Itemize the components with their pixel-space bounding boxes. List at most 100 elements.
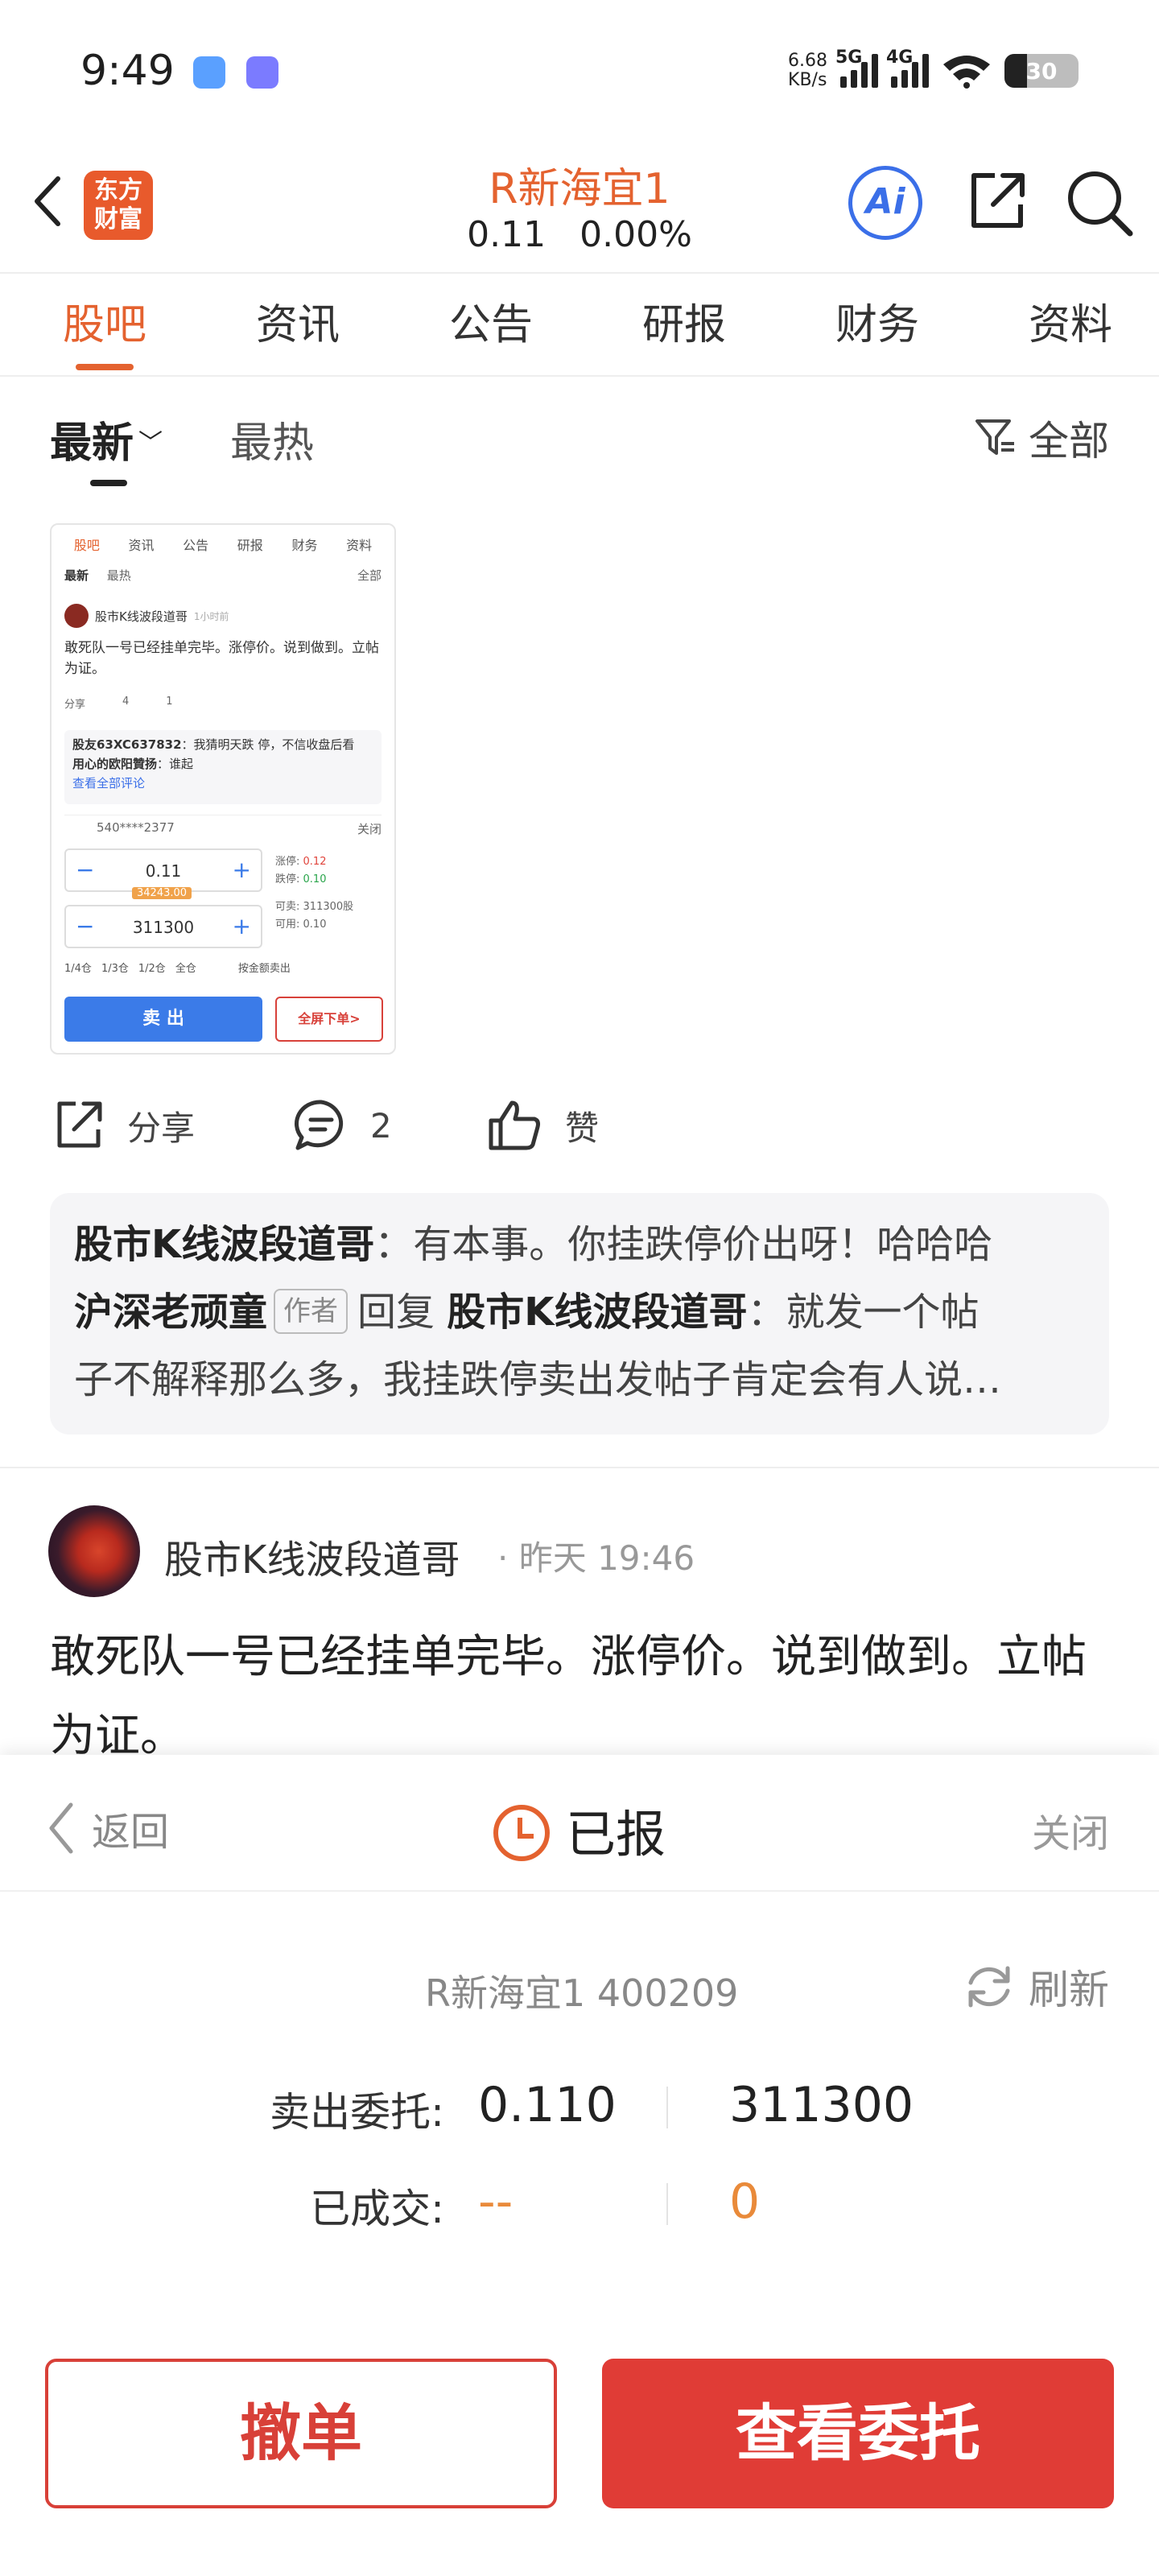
thumb-limit-down-label: 跌停:: [275, 873, 300, 886]
tab-finance[interactable]: 财务: [773, 274, 966, 375]
post-time: · 昨天 19:46: [497, 1531, 695, 1580]
like-action[interactable]: 赞: [486, 1093, 599, 1158]
signal-4g-label: 4G: [886, 47, 914, 68]
filter-label: 全部: [1029, 418, 1109, 464]
thumb-comment-box: 股友63XC637832：我猜明天跌 停，不信收盘后看 用心的欧阳贊扬：谁起 查…: [64, 730, 382, 804]
tab-guba[interactable]: 股吧: [0, 274, 193, 375]
thumb-sellable: 311300股: [303, 901, 354, 913]
comment-user[interactable]: 股市K线波段道哥: [74, 1222, 374, 1267]
section-tabs: 股吧 资讯 公告 研报 财务 资料: [0, 274, 1159, 377]
thumb-limit-up-label: 涨停:: [275, 856, 300, 868]
order-status: 已报: [0, 1794, 1159, 1866]
tab-announcements[interactable]: 公告: [386, 274, 580, 375]
wifi-icon: [942, 53, 992, 89]
cancel-order-button[interactable]: 撤单: [45, 2359, 557, 2508]
comment-action[interactable]: 2: [293, 1093, 392, 1158]
comment-item: 沪深老顽童 作者 回复 股市K线波段道哥：就发一个帖: [74, 1278, 1085, 1346]
thumb-comment-text: ：我猜明天跌 停，不信收盘后看: [181, 737, 355, 752]
battery-icon: 30: [1004, 54, 1079, 88]
chevron-down-icon: ﹀: [138, 429, 163, 457]
thumb-account: 540****2377: [97, 820, 175, 835]
thumb-position-row: 1/4仓 1/3仓 1/2仓 全仓 按金额卖出: [64, 960, 382, 975]
share-action[interactable]: 分享: [50, 1093, 195, 1158]
row-separator: [666, 2183, 668, 2225]
comments-preview[interactable]: 股市K线波段道哥：有本事。你挂跌停价出呀！哈哈哈 沪深老顽童 作者 回复 股市K线波…: [50, 1193, 1109, 1435]
thumb-by-amount: 按金额卖出: [237, 963, 291, 975]
post-author[interactable]: 股市K线波段道哥: [164, 1528, 460, 1584]
thumb-account-row: 540****2377 关闭: [64, 815, 382, 837]
thumb-tabs: 股吧 资讯 公告 研报 财务 资料: [52, 525, 394, 557]
thumb-time: 1小时前: [193, 610, 229, 622]
tab-profile[interactable]: 资料: [966, 274, 1159, 375]
share-label: 分享: [127, 1108, 196, 1148]
thumb-actions: 分享 4 1: [64, 696, 382, 711]
status-bar: 9:49 6.68 KB/s 5G 4G 30: [0, 0, 1159, 137]
thumb-position: 1/4仓: [64, 963, 92, 975]
thumb-tab: 财务: [291, 538, 318, 553]
sort-active-indicator: [90, 480, 127, 486]
thumb-body: 敢死队一号已经挂单完毕。涨停价。说到做到。立帖为证。: [64, 640, 379, 677]
thumb-qty-box: −311300 +: [64, 905, 262, 948]
thumb-position: 全仓: [175, 963, 196, 975]
sheet-close-button[interactable]: 关闭: [1032, 1802, 1109, 1858]
post-time-value: 昨天 19:46: [518, 1538, 695, 1578]
sort-hot[interactable]: 最热: [230, 409, 314, 469]
thumb-sort-hot: 最热: [106, 568, 131, 583]
thumb-tab: 资料: [346, 538, 373, 553]
network-speed-unit: KB/s: [788, 70, 827, 90]
tab-news[interactable]: 资讯: [193, 274, 386, 375]
stock-price: 0.11: [467, 214, 547, 255]
order-stock-code: R新海宜1 400209: [425, 1971, 739, 2015]
sort-latest-dropdown[interactable]: 最新 ﹀: [50, 409, 163, 469]
thumb-limit-up: 0.12: [303, 856, 327, 868]
thumb-close: 关闭: [357, 822, 382, 836]
entrust-label: 卖出委托:: [270, 2089, 444, 2136]
thumb-position: 1/3仓: [101, 963, 129, 975]
tab-research[interactable]: 研报: [580, 274, 773, 375]
ai-assistant-button[interactable]: Ai: [848, 166, 922, 240]
reply-word: 回复: [357, 1290, 435, 1335]
thumb-tab: 资讯: [128, 538, 155, 553]
thumb-sellable-label: 可卖:: [275, 901, 300, 913]
thumb-comment-user: 用心的欧阳贊扬: [72, 757, 158, 771]
sort-latest-label: 最新: [50, 419, 134, 468]
thumb-available-label: 可用:: [275, 919, 300, 931]
share-icon: [57, 1101, 102, 1148]
deal-price: --: [478, 2174, 514, 2230]
comment-user[interactable]: 沪深老顽童: [74, 1290, 267, 1335]
comment-text: ：就发一个帖: [747, 1290, 980, 1335]
thumb-tab: 股吧: [73, 538, 100, 553]
comment-count: 2: [370, 1105, 392, 1146]
status-time: 9:49: [80, 47, 175, 95]
stock-header: 东方 财富 R新海宜1 0.11 0.00% Ai: [0, 137, 1159, 274]
thumb-sort-row: 最新 最热 全部: [64, 567, 382, 584]
thumb-filter: 全部: [357, 568, 382, 583]
filter-button[interactable]: 全部: [974, 409, 1109, 467]
thumb-author: 股市K线波段道哥: [95, 609, 188, 624]
thumb-avatar: [64, 604, 89, 628]
entrust-quantity: 311300: [729, 2077, 914, 2133]
divider: [0, 1467, 1159, 1468]
avatar[interactable]: [48, 1505, 140, 1597]
refresh-button[interactable]: 刷新: [963, 1958, 1109, 2016]
network-speed-value: 6.68: [788, 51, 827, 71]
signal-5g-label: 5G: [835, 47, 863, 68]
reply-to-user[interactable]: 股市K线波段道哥: [447, 1290, 747, 1335]
share-icon[interactable]: [963, 166, 1032, 235]
search-icon[interactable]: [1062, 166, 1135, 238]
post-time-dot: ·: [497, 1538, 509, 1578]
view-orders-button[interactable]: 查看委托: [602, 2359, 1114, 2508]
thumb-limit-down: 0.10: [303, 873, 327, 886]
comment-icon: [295, 1100, 344, 1150]
comment-text: ：有本事。你挂跌停价出呀！哈哈哈: [374, 1222, 993, 1267]
thumb-sort-latest: 最新: [64, 568, 89, 583]
post-body[interactable]: 敢死队一号已经挂单完毕。涨停价。说到做到。立帖为证。: [50, 1618, 1112, 1763]
thumb-qty-tip: 34243.00: [132, 887, 192, 899]
clock-icon: [493, 1805, 550, 1861]
thumb-view-all: 查看全部评论: [72, 776, 146, 791]
post-image-thumbnail[interactable]: 股吧 资讯 公告 研报 财务 资料 最新 最热 全部 股市K线波段道哥 1小时前…: [50, 523, 396, 1055]
thumb-available: 0.10: [303, 919, 327, 931]
deal-quantity: 0: [729, 2174, 761, 2230]
notification-app-icon: [193, 56, 225, 89]
thumb-full-order-button: 全屏下单>: [275, 997, 383, 1042]
